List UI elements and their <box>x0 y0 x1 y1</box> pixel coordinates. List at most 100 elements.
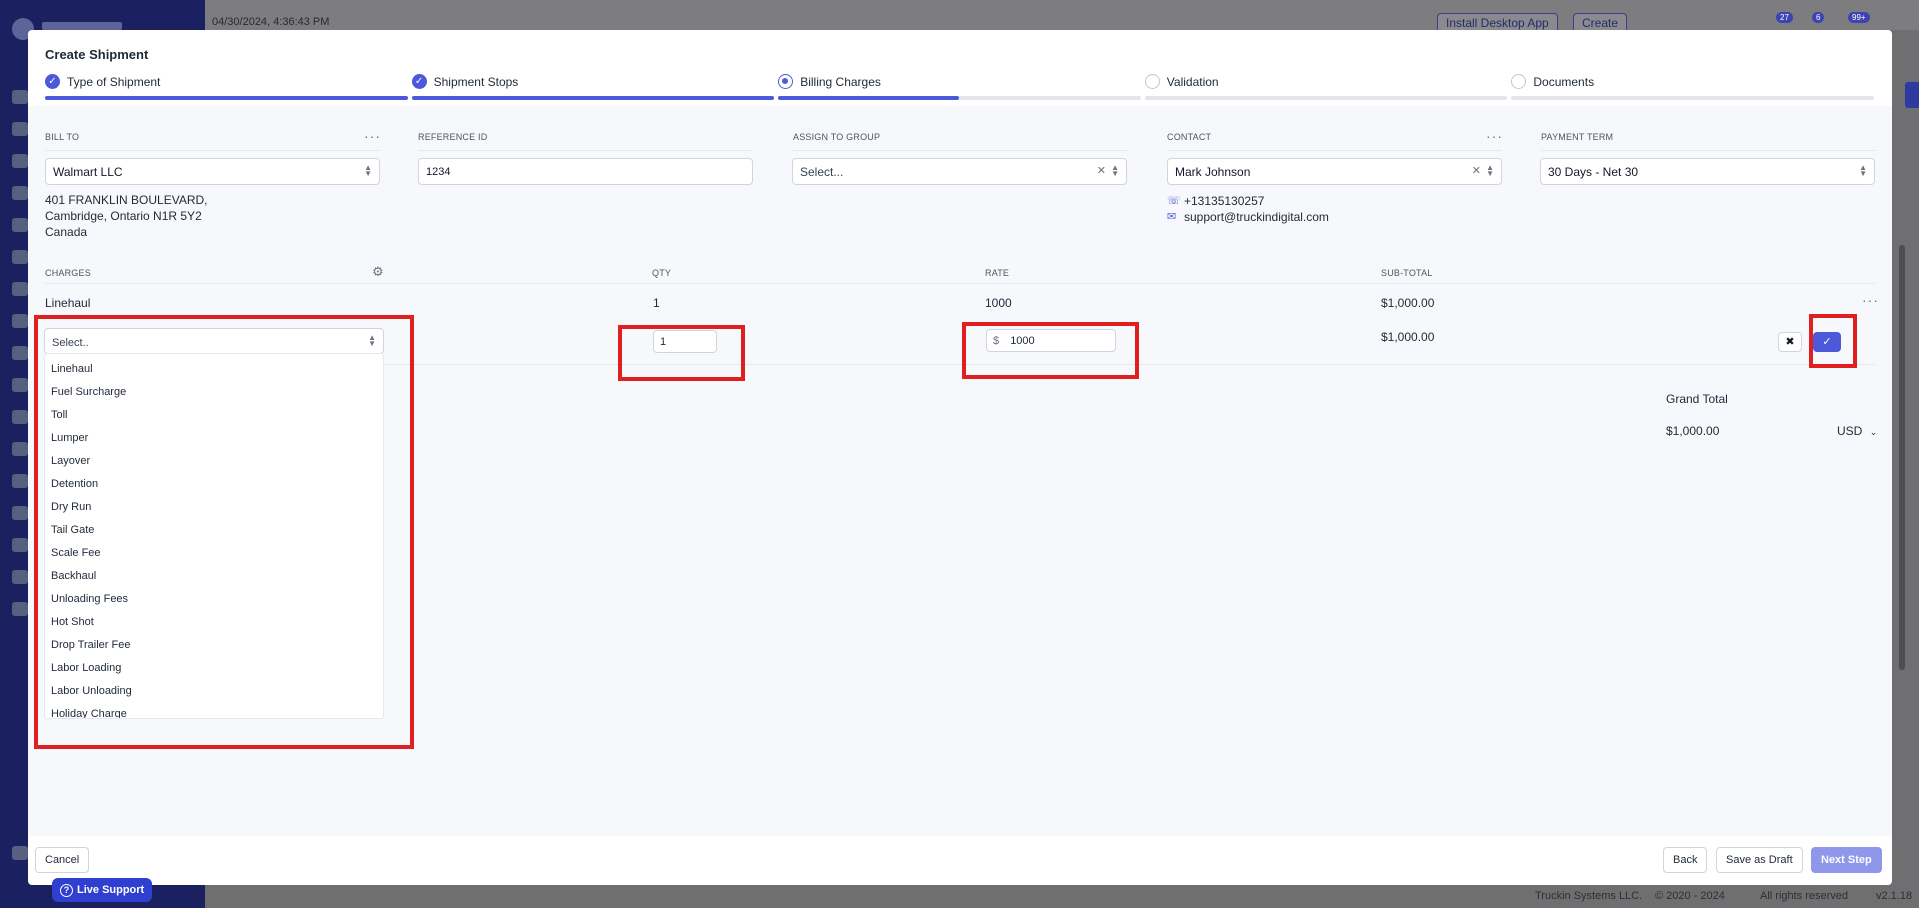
payment-term-label: PAYMENT TERM <box>1541 132 1614 142</box>
reference-id-input[interactable]: 1234 <box>418 158 753 185</box>
contact-more-icon[interactable]: ··· <box>1486 129 1503 143</box>
step-label: Validation <box>1166 75 1219 89</box>
camera-icon[interactable] <box>12 602 28 616</box>
clear-icon[interactable]: ✕ <box>1097 164 1106 177</box>
option-dry-run[interactable]: Dry Run <box>51 501 91 513</box>
dashboard-icon[interactable] <box>12 122 28 136</box>
option-lumper[interactable]: Lumper <box>51 432 88 444</box>
check-icon: ✓ <box>411 74 427 89</box>
step-validation[interactable]: Validation <box>1144 74 1508 100</box>
step-progress-bar <box>411 96 775 100</box>
route-icon[interactable] <box>12 218 28 232</box>
footer-copyright: © 2020 - 2024 <box>1655 890 1725 902</box>
chevron-updown-icon: ▲ ▼ <box>1486 163 1494 178</box>
charges-header: CHARGES <box>45 268 91 278</box>
save-draft-button[interactable]: Save as Draft <box>1716 847 1803 873</box>
address-line-2: Cambridge, Ontario N1R 5Y2 <box>45 209 202 223</box>
grand-total-value: $1,000.00 <box>1666 424 1720 438</box>
back-button[interactable]: Back <box>1663 847 1708 873</box>
rate-input[interactable]: $ 1000 <box>986 329 1116 352</box>
chevron-updown-icon: ▲ ▼ <box>364 163 372 178</box>
divider <box>45 283 1875 284</box>
row-more-icon[interactable]: ··· <box>1862 293 1879 307</box>
fuel-icon[interactable] <box>12 538 28 552</box>
cancel-button[interactable]: Cancel <box>35 847 90 873</box>
charge-options-dropdown[interactable]: Linehaul Fuel Surcharge Toll Lumper Layo… <box>44 353 384 719</box>
option-tail-gate[interactable]: Tail Gate <box>51 524 94 536</box>
currency-prefix: $ <box>993 335 1000 347</box>
dollar-icon[interactable] <box>12 410 28 424</box>
card-icon[interactable] <box>12 442 28 456</box>
option-scale-fee[interactable]: Scale Fee <box>51 547 101 559</box>
book-icon[interactable] <box>12 474 28 488</box>
chevron-updown-icon: ▲ ▼ <box>368 333 376 348</box>
bill-to-more-icon[interactable]: ··· <box>364 129 381 143</box>
gear-icon[interactable]: ⚙ <box>372 264 384 280</box>
option-drop-trailer-fee[interactable]: Drop Trailer Fee <box>51 639 130 651</box>
step-label: Type of Shipment <box>67 75 161 89</box>
step-shipment-stops[interactable]: ✓ Shipment Stops <box>411 74 775 100</box>
confirm-row-button[interactable]: ✓ <box>1813 332 1841 352</box>
qty-input[interactable]: 1 <box>653 330 717 353</box>
contact-email-value: support@truckindigital.com <box>1184 210 1329 224</box>
option-unloading-fees[interactable]: Unloading Fees <box>51 593 128 605</box>
clear-icon[interactable]: ✕ <box>1472 164 1481 177</box>
contact-select[interactable]: Mark Johnson ✕ ▲ ▼ <box>1167 158 1502 185</box>
assign-to-group-select[interactable]: Select... ✕ ▲ ▼ <box>792 158 1127 185</box>
step-billing-charges[interactable]: Billing Charges <box>778 74 1141 100</box>
step-label: Billing Charges <box>800 75 881 89</box>
option-labor-unloading[interactable]: Labor Unloading <box>51 685 132 697</box>
option-toll[interactable]: Toll <box>51 409 68 421</box>
cancel-row-button[interactable]: ✖ <box>1778 332 1802 352</box>
option-hot-shot[interactable]: Hot Shot <box>51 616 94 628</box>
address-line-1: 401 FRANKLIN BOULEVARD, <box>45 193 208 207</box>
option-holiday-charge[interactable]: Holiday Charge <box>51 708 127 718</box>
notification-badge-1: 27 <box>1776 12 1793 23</box>
contact-email: ✉ support@truckindigital.com <box>1167 210 1329 224</box>
chevron-updown-icon: ▲ ▼ <box>1111 163 1119 178</box>
payment-term-value: 30 Days - Net 30 <box>1548 165 1639 179</box>
bill-to-address: 401 FRANKLIN BOULEVARD, Cambridge, Ontar… <box>45 192 208 240</box>
truck-icon[interactable] <box>12 250 28 264</box>
file-icon[interactable] <box>12 186 28 200</box>
next-step-button[interactable]: Next Step <box>1811 847 1882 873</box>
location-icon[interactable] <box>12 346 28 360</box>
footer-company: Truckin Systems LLC. <box>1535 890 1643 902</box>
live-support-button[interactable]: ? Live Support <box>52 878 153 902</box>
brand-logo-text <box>42 22 122 30</box>
charge-select[interactable]: Select.. ▲ ▼ <box>44 328 384 354</box>
option-layover[interactable]: Layover <box>51 455 90 467</box>
option-fuel-surcharge[interactable]: Fuel Surcharge <box>51 386 126 398</box>
charge-qty: 1 <box>653 296 660 310</box>
settings-icon[interactable] <box>12 846 28 860</box>
option-labor-loading[interactable]: Labor Loading <box>51 662 121 674</box>
app-topbar <box>205 0 1919 30</box>
users-icon[interactable] <box>12 154 28 168</box>
pending-step-icon <box>1511 74 1527 89</box>
step-documents[interactable]: Documents <box>1511 74 1874 100</box>
option-backhaul[interactable]: Backhaul <box>51 570 96 582</box>
current-timestamp: 04/30/2024, 4:36:43 PM <box>212 16 330 28</box>
pending-step-icon <box>1144 74 1160 89</box>
currency-select[interactable]: USD ⌄ <box>1837 424 1877 438</box>
charge-rate: 1000 <box>985 296 1012 310</box>
star-icon[interactable] <box>12 90 28 104</box>
divider <box>1541 150 1876 151</box>
option-detention[interactable]: Detention <box>51 478 98 490</box>
shield-icon[interactable] <box>12 314 28 328</box>
page-scrollbar[interactable] <box>1899 245 1905 670</box>
person-icon[interactable] <box>12 378 28 392</box>
chart-icon[interactable] <box>12 570 28 584</box>
current-step-icon <box>778 74 794 89</box>
step-type-of-shipment[interactable]: ✓ Type of Shipment <box>45 74 408 100</box>
chevron-updown-icon: ▲ ▼ <box>1859 163 1867 178</box>
bill-to-select[interactable]: Walmart LLC ▲ ▼ <box>45 158 380 185</box>
wrench-icon[interactable] <box>12 506 28 520</box>
option-linehaul[interactable]: Linehaul <box>51 363 93 375</box>
step-progress-bar <box>45 96 408 100</box>
notification-badge-3: 99+ <box>1848 12 1870 23</box>
trailer-icon[interactable] <box>12 282 28 296</box>
chevron-down-icon: ⌄ <box>1869 427 1878 437</box>
payment-term-select[interactable]: 30 Days - Net 30 ▲ ▼ <box>1540 158 1875 185</box>
divider <box>418 150 753 151</box>
